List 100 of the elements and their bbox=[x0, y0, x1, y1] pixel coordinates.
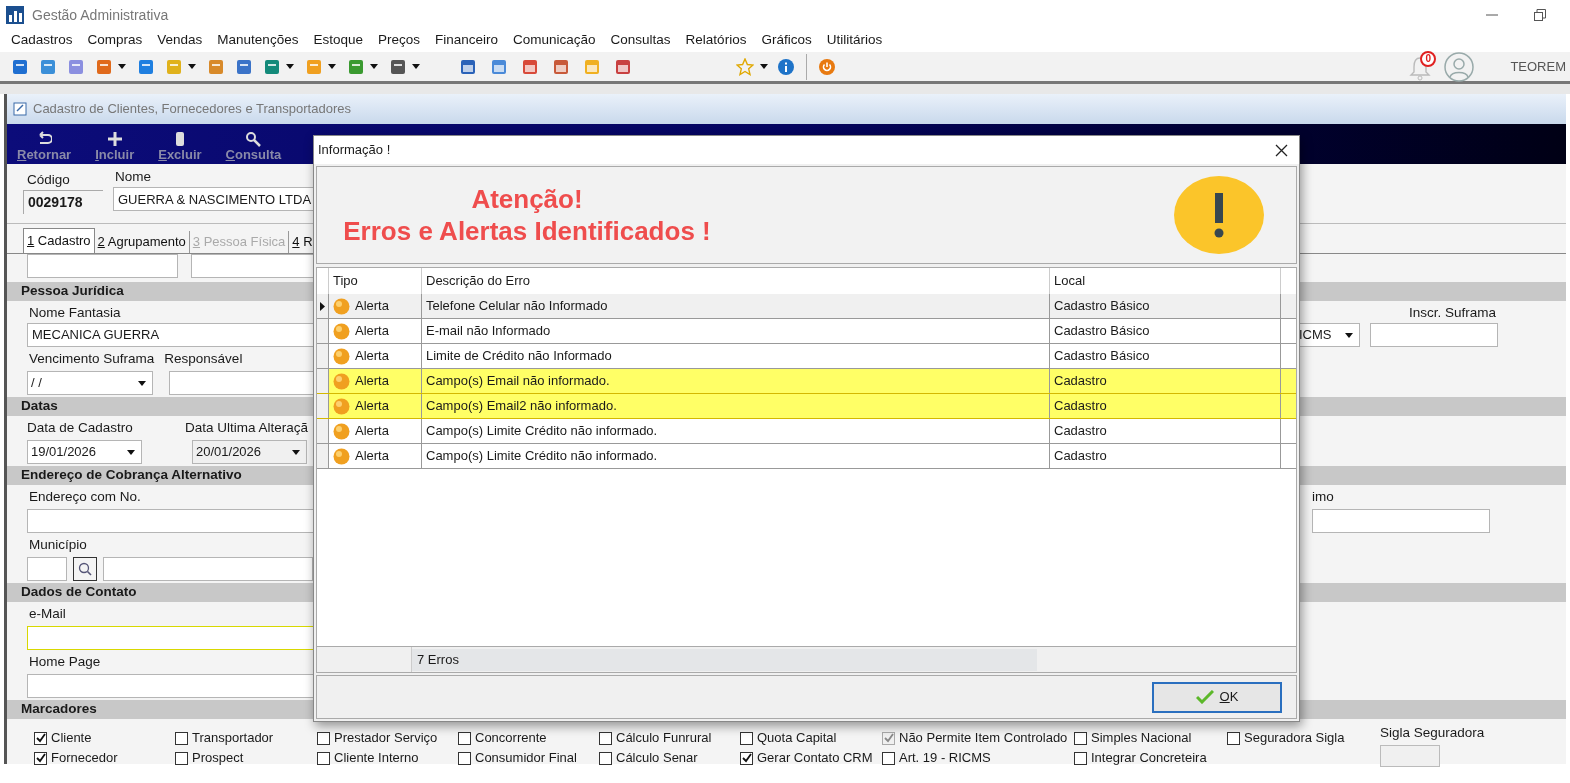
dropdown-caret-icon bbox=[328, 64, 336, 69]
close-icon bbox=[1274, 143, 1288, 157]
caret-icon bbox=[138, 380, 146, 386]
checkbox[interactable] bbox=[599, 751, 612, 765]
caret-icon bbox=[292, 449, 300, 455]
menu-item[interactable]: Manutenções bbox=[217, 29, 299, 51]
dropdown-field[interactable]: 20/01/2026 bbox=[192, 440, 307, 464]
dropdown-value: ICMS bbox=[1299, 326, 1333, 345]
row-indicator bbox=[317, 394, 329, 418]
row-indicator bbox=[317, 444, 329, 468]
table-row[interactable]: Alerta Limite de Crédito não Informado Cadastro Básico bbox=[317, 344, 1296, 369]
checkbox[interactable] bbox=[34, 751, 47, 765]
checkbox-label: Art. 19 - RICMS bbox=[899, 749, 991, 768]
error-count: 7 Erros bbox=[412, 648, 1037, 671]
text-field[interactable] bbox=[103, 557, 313, 581]
checkbox-label: Seguradora Sigla bbox=[1244, 729, 1345, 748]
text-field[interactable] bbox=[27, 557, 67, 581]
dropdown-field[interactable]: 19/01/2026 bbox=[27, 440, 142, 464]
tab[interactable]: 2 Agrupamento bbox=[94, 231, 190, 253]
checkbox[interactable] bbox=[458, 751, 471, 765]
menu-item[interactable]: Consultas bbox=[610, 29, 671, 51]
menu-item[interactable]: Compras bbox=[87, 29, 143, 51]
table-row[interactable]: Alerta Campo(s) Email2 não informado. Cadastro bbox=[317, 394, 1296, 419]
text-field[interactable] bbox=[1312, 509, 1490, 533]
table-cell: Cadastro bbox=[1050, 369, 1281, 393]
table-cell: E-mail não Informado bbox=[422, 319, 1050, 343]
table-row[interactable]: Alerta Campo(s) Limite Crédito não informado. Cadastro bbox=[317, 444, 1296, 469]
menu-item[interactable]: Relatórios bbox=[685, 29, 747, 51]
toolbar-button[interactable]: Retornar bbox=[17, 131, 72, 162]
search-icon bbox=[245, 131, 262, 147]
table-cell-text: Alerta bbox=[355, 422, 389, 441]
menu-item[interactable]: Utilitários bbox=[826, 29, 883, 51]
field-label: Sigla Seguradora bbox=[1380, 724, 1485, 742]
table-row[interactable]: Alerta Campo(s) Limite Crédito não informado. Cadastro bbox=[317, 419, 1296, 444]
checkbox-label: Consumidor Final bbox=[475, 749, 577, 768]
checkbox[interactable] bbox=[740, 731, 753, 745]
table-row[interactable]: Alerta Campo(s) Email não informado. Cadastro bbox=[317, 369, 1296, 394]
checkbox[interactable] bbox=[599, 731, 612, 745]
checkbox[interactable] bbox=[1074, 751, 1087, 765]
table-cell: Cadastro bbox=[1050, 444, 1281, 468]
text-field[interactable] bbox=[27, 254, 178, 278]
checkbox-label: Cálculo Senar bbox=[616, 749, 698, 768]
field-label: Data Ultima Alteraçã bbox=[185, 418, 309, 437]
field-label: Data de Cadastro bbox=[27, 418, 134, 437]
text-field[interactable] bbox=[1370, 323, 1498, 347]
checkbox[interactable] bbox=[882, 751, 895, 765]
text-field[interactable] bbox=[1380, 745, 1440, 768]
info-icon bbox=[778, 58, 794, 75]
power-icon bbox=[819, 58, 835, 75]
menu-item[interactable]: Gráficos bbox=[761, 29, 812, 51]
menu-item[interactable]: Comunicação bbox=[513, 29, 596, 51]
field-label: e-Mail bbox=[29, 604, 66, 623]
field-label: Endereço com No. bbox=[29, 487, 141, 506]
table-cell: Telefone Celular não Informado bbox=[422, 294, 1050, 318]
checkbox[interactable] bbox=[317, 751, 330, 765]
dropdown-value: / / bbox=[31, 374, 43, 393]
checkbox[interactable] bbox=[740, 751, 753, 765]
section-title: Pessoa Jurídica bbox=[21, 282, 124, 301]
section-title: Datas bbox=[21, 397, 58, 416]
checkbox-label: Concorrente bbox=[475, 729, 547, 748]
checkbox-label: Não Permite Item Controlado bbox=[899, 729, 1068, 748]
menu-item[interactable]: Estoque bbox=[313, 29, 363, 51]
tab[interactable]: 1 Cadastro bbox=[23, 228, 95, 253]
section-title: Marcadores bbox=[21, 700, 97, 719]
inner-window-title: Cadastro de Clientes, Fornecedores e Transportadores bbox=[33, 100, 351, 119]
toolbar-button[interactable]: Excluir bbox=[158, 131, 202, 162]
menu-item[interactable]: Vendas bbox=[157, 29, 203, 51]
toolbar-button[interactable]: Incluir bbox=[95, 131, 135, 162]
menu-item[interactable]: Preços bbox=[377, 29, 420, 51]
table-cell-text: Alerta bbox=[355, 397, 389, 416]
row-indicator bbox=[317, 419, 329, 443]
menu-item[interactable]: Financeiro bbox=[435, 29, 498, 51]
checkbox-label: Cliente Interno bbox=[334, 749, 419, 768]
toolbar-button[interactable]: Consulta bbox=[225, 131, 282, 162]
checkbox-label: Prestador Serviço bbox=[334, 729, 438, 748]
field-label: Home Page bbox=[29, 652, 101, 671]
close-button[interactable] bbox=[1273, 142, 1289, 158]
search-button[interactable] bbox=[73, 557, 97, 581]
table-cell: Cadastro Básico bbox=[1050, 344, 1281, 368]
checkbox[interactable] bbox=[1074, 731, 1087, 745]
table-row[interactable]: Alerta Telefone Celular não Informado Cadastro Básico bbox=[317, 294, 1296, 319]
field-label: Responsável bbox=[164, 349, 243, 368]
dropdown-field[interactable]: / / bbox=[27, 371, 153, 395]
alert-heading: Atenção! bbox=[471, 183, 583, 215]
notification-badge: 0 bbox=[1420, 50, 1437, 67]
ok-button[interactable]: OK bbox=[1152, 681, 1282, 713]
checkbox[interactable] bbox=[175, 731, 188, 745]
checkbox[interactable] bbox=[458, 731, 471, 745]
menu-item[interactable]: Cadastros bbox=[11, 29, 73, 51]
search-icon bbox=[78, 562, 92, 576]
checkbox[interactable] bbox=[34, 731, 47, 745]
checkbox[interactable] bbox=[317, 731, 330, 745]
checkbox[interactable] bbox=[175, 751, 188, 765]
dropdown-caret-icon bbox=[286, 64, 294, 69]
table-row[interactable]: Alerta E-mail não Informado Cadastro Básico bbox=[317, 319, 1296, 344]
checkmark-icon bbox=[35, 733, 46, 743]
table-cell-text: Alerta bbox=[355, 347, 389, 366]
checkbox[interactable] bbox=[1227, 731, 1240, 745]
table-cell-text: Alerta bbox=[355, 372, 389, 391]
code-field[interactable]: 0029178 bbox=[23, 190, 103, 215]
